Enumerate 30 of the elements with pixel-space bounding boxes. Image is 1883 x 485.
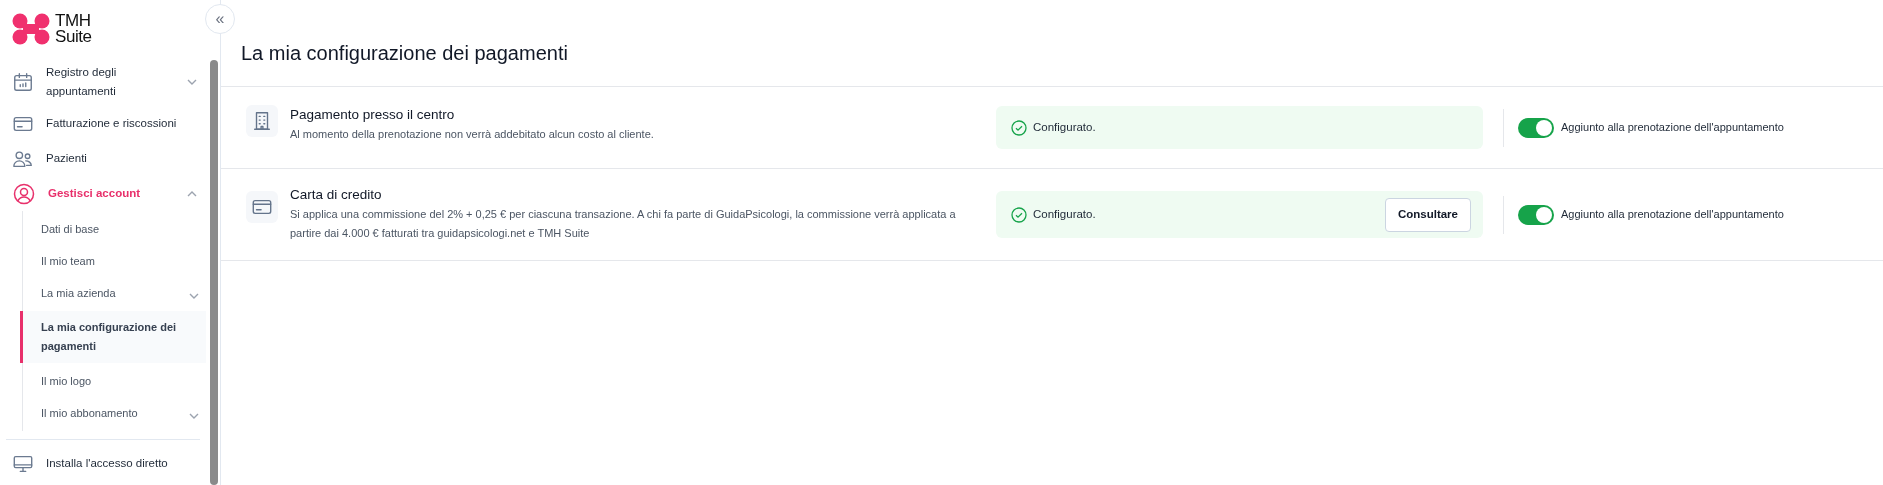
logo-text: TMH — [55, 13, 92, 29]
user-icon — [12, 181, 36, 206]
method-title: Carta di credito — [290, 186, 383, 204]
nav-subitem[interactable]: Il mio abbonamento — [29, 397, 206, 429]
logo-icon — [11, 13, 51, 45]
scrollbar[interactable] — [210, 60, 218, 485]
nav-item[interactable]: Gestisci account — [0, 176, 206, 211]
check-circle-icon — [1011, 206, 1027, 223]
status-label: Configurato. — [1033, 119, 1096, 135]
status-label: Configurato. — [1033, 206, 1096, 222]
toggle-switch[interactable] — [1518, 117, 1554, 138]
logo-text: Suite — [55, 29, 92, 45]
nav-item[interactable]: Fatturazione e riscossioni — [0, 106, 206, 141]
toggle-label: Aggiunto alla prenotazione dell'appuntamento — [1561, 207, 1784, 223]
nav-subitem[interactable]: Il mio logo — [29, 365, 206, 397]
method-description: Al momento della prenotazione non verrà addebitato alcun costo al cliente. — [290, 127, 655, 142]
method-title: Pagamento presso il centro — [290, 106, 456, 124]
nav-subitem[interactable]: La mia azienda — [29, 277, 206, 309]
check-circle-icon — [1011, 119, 1027, 136]
calendar-icon — [12, 71, 34, 93]
consult-button[interactable]: Consultare — [1384, 197, 1471, 232]
toggle-label: Aggiunto alla prenotazione dell'appuntamento — [1561, 120, 1784, 136]
toggle-switch[interactable] — [1518, 204, 1554, 225]
nav-item[interactable]: Installa l'accesso diretto — [0, 446, 206, 481]
nav-subitem[interactable]: Dati di base — [29, 213, 206, 245]
nav-subitem[interactable]: Il mio team — [29, 245, 206, 277]
nav-item[interactable]: Registro degli appuntamenti — [0, 58, 206, 106]
method-description: Si applica una commissione del 2% + 0,25 € per ciascuna transazione. A chi fa parte di GuidaPsicologi, la commissione verrà applicata a partire dai 4.000 € fatturati tra guidapsicologi.net e TMH Suite — [290, 207, 957, 241]
nav-item[interactable]: Pazienti — [0, 141, 206, 176]
nav-subitem[interactable]: La mia configurazione dei pagamenti — [20, 311, 206, 363]
